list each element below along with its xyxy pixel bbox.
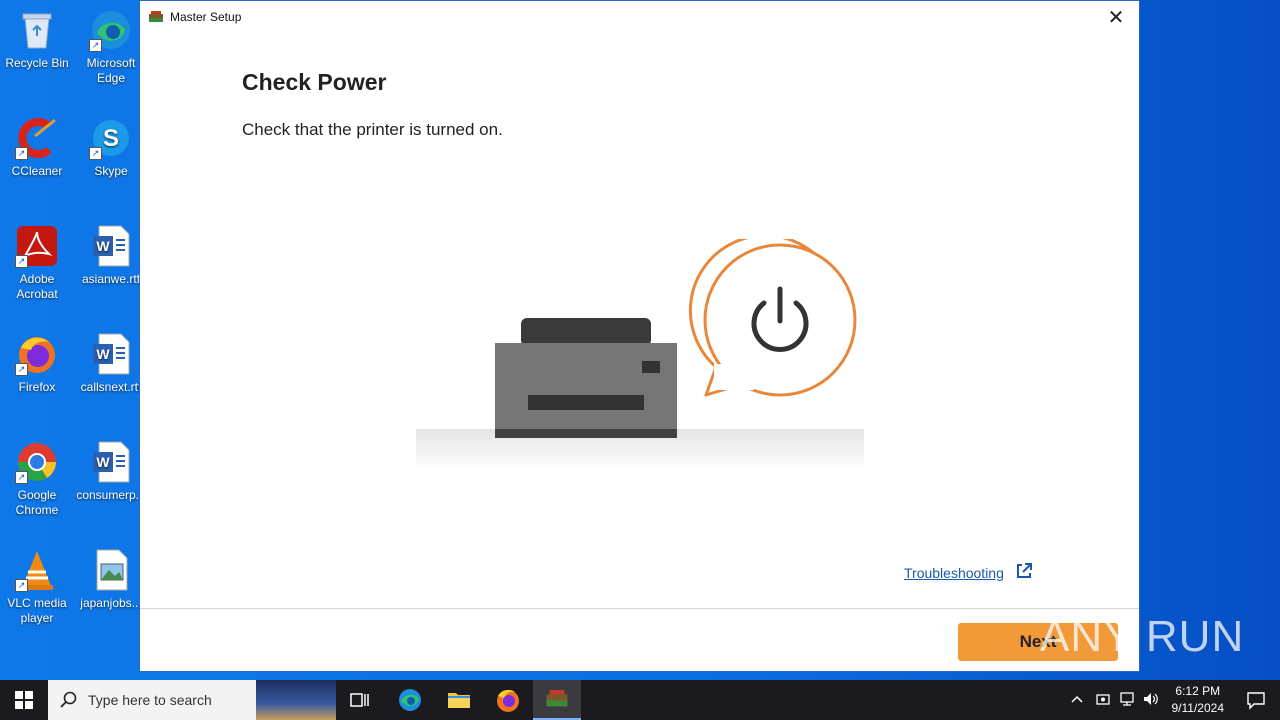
page-heading: Check Power [242,69,387,95]
vlc-icon: ↗ [15,548,59,592]
taskbar-file-explorer[interactable] [435,680,483,720]
anyrun-watermark: ANY RUN [1040,612,1245,661]
desktop-icon-label: consumerp... [76,488,146,502]
start-button[interactable] [0,680,48,720]
footer-divider [140,608,1139,609]
speaker-icon [1142,691,1160,710]
clock-date: 9/11/2024 [1171,701,1225,715]
desktop-icon-label: Microsoft Edge [86,56,136,85]
taskbar-edge[interactable] [386,680,434,720]
desktop-icon-label: japanjobs... [80,596,142,610]
notification-icon [1247,692,1265,710]
word-document-icon: W [89,224,133,268]
power-icon [688,234,857,397]
edge-icon [399,689,421,711]
taskbar-firefox[interactable] [484,680,532,720]
folder-icon [448,693,470,708]
task-view-icon [350,693,369,707]
desktop-icon-skype[interactable]: S ↗ Skype [75,116,147,179]
shortcut-arrow-icon: ↗ [89,39,102,52]
windows-logo-icon [15,691,33,709]
taskbar-master-setup[interactable] [533,680,581,720]
shortcut-arrow-icon: ↗ [15,579,28,592]
desktop-icon-japanjobs[interactable]: japanjobs... [75,548,147,611]
tray-volume[interactable] [1142,680,1160,720]
shortcut-arrow-icon: ↗ [89,147,102,160]
master-setup-window: Master Setup ✕ Check Power Check that th… [139,0,1140,672]
network-icon [1118,691,1136,710]
search-icon [60,691,78,714]
desktop-icon-label: asianwe.rtf [81,272,141,286]
firefox-icon: ↗ [15,332,59,376]
desktop-icon-asianwe-rtf[interactable]: W asianwe.rtf [75,224,147,287]
desktop-icon-edge[interactable]: ↗ Microsoft Edge [75,8,147,86]
chevron-up-icon [1070,693,1084,707]
image-file-icon [89,548,133,592]
desktop-icon-label: callsnext.rtf [80,380,142,394]
tray-network[interactable] [1118,680,1136,720]
shortcut-arrow-icon: ↗ [15,471,28,484]
skype-icon: S ↗ [89,116,133,160]
printer-power-illustration [416,234,868,476]
svg-text:W: W [96,346,110,362]
acrobat-icon: ↗ [15,224,59,268]
ccleaner-icon: ↗ [15,116,59,160]
window-title: Master Setup [170,10,242,24]
external-link-icon[interactable] [1015,562,1033,580]
shortcut-arrow-icon: ↗ [15,147,28,160]
desktop-icon-ccleaner[interactable]: ↗ CCleaner [1,116,73,179]
desktop-icon-consumerp[interactable]: W consumerp... [75,440,147,503]
clock-time: 6:12 PM [1175,684,1221,698]
action-center-button[interactable] [1246,690,1266,715]
tray-meet-now[interactable] [1095,680,1111,720]
search-placeholder: Type here to search [88,692,212,708]
troubleshooting-link[interactable]: Troubleshooting [904,565,1004,581]
desktop-icon-label: Recycle Bin [5,56,69,70]
show-hidden-icons-button[interactable] [1070,680,1084,720]
desktop-icon-label: VLC media player [7,596,67,625]
desktop-icon-recycle-bin[interactable]: Recycle Bin [1,8,73,71]
taskbar-clock[interactable]: 6:12 PM 9/11/2024 [1172,683,1225,717]
camera-icon [1095,691,1111,710]
close-button[interactable]: ✕ [1093,1,1139,33]
shortcut-arrow-icon: ↗ [15,255,28,268]
svg-text:S: S [103,125,119,152]
edge-icon: ↗ [89,8,133,52]
chrome-icon: ↗ [15,440,59,484]
close-icon: ✕ [1107,6,1125,29]
svg-text:W: W [96,454,110,470]
instruction-text: Check that the printer is turned on. [242,120,503,139]
desktop-icon-chrome[interactable]: ↗ Google Chrome [1,440,73,518]
shortcut-arrow-icon: ↗ [15,363,28,376]
desktop-icon-label: Adobe Acrobat [16,272,58,301]
printer-icon [495,318,677,438]
search-highlight-image [256,680,336,720]
desktop-icon-firefox[interactable]: ↗ Firefox [1,332,73,395]
setup-app-icon [148,9,164,25]
window-titlebar[interactable]: Master Setup ✕ [140,1,1139,33]
taskbar: Type here to search 6:12 PM 9/11/2024 [0,680,1280,720]
desktop-icon-label: Skype [94,164,128,178]
recycle-bin-icon [15,8,59,52]
desktop-icon-acrobat[interactable]: ↗ Adobe Acrobat [1,224,73,302]
setup-app-icon [546,690,568,707]
desktop-icon-callsnext-rtf[interactable]: W callsnext.rtf [75,332,147,395]
desktop-icon-vlc[interactable]: ↗ VLC media player [1,548,73,626]
svg-text:W: W [96,238,110,254]
word-document-icon: W [89,440,133,484]
word-document-icon: W [89,332,133,376]
desktop-icon-label: Firefox [18,380,56,394]
desktop-icon-label: CCleaner [11,164,63,178]
taskbar-search-box[interactable]: Type here to search [48,680,336,720]
desktop-icon-label: Google Chrome [15,488,59,517]
firefox-icon [497,689,519,712]
task-view-button[interactable] [336,680,384,720]
